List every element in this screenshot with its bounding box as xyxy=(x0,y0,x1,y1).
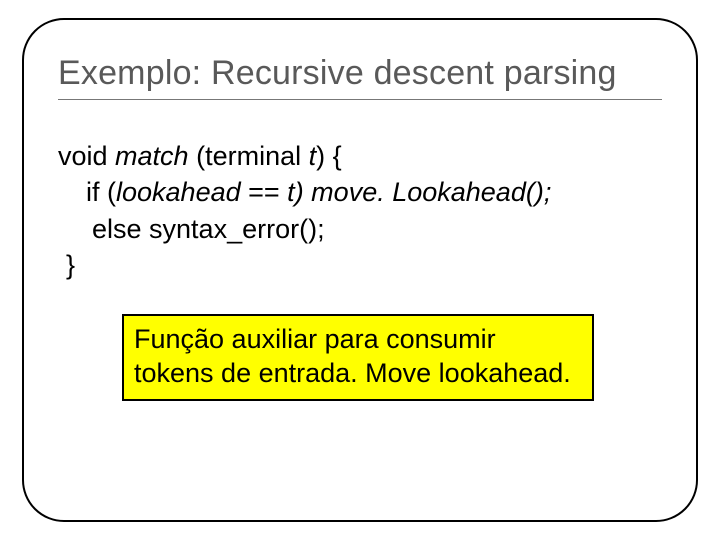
slide-frame: Exemplo: Recursive descent parsing void … xyxy=(22,18,698,522)
code-text: void xyxy=(58,141,115,171)
code-text-italic: ) move. Lookahead() xyxy=(295,177,544,207)
slide: Exemplo: Recursive descent parsing void … xyxy=(0,0,720,540)
code-text-italic: t xyxy=(287,177,295,207)
code-text-italic: match xyxy=(115,141,189,171)
slide-title: Exemplo: Recursive descent parsing xyxy=(58,54,662,93)
callout-box: Função auxiliar para consumir tokens de … xyxy=(122,314,594,401)
code-line-2: if (lookahead == t) move. Lookahead(); xyxy=(86,174,662,210)
code-text: (terminal xyxy=(189,141,309,171)
code-text-italic: t xyxy=(309,141,317,171)
title-underline xyxy=(58,99,662,100)
code-line-3: else syntax_error(); xyxy=(92,211,662,247)
code-line-1: void match (terminal t) { xyxy=(58,138,662,174)
code-text: ) { xyxy=(316,141,342,171)
code-text: == xyxy=(241,177,288,207)
code-text-italic: lookahead xyxy=(116,177,241,207)
code-block: void match (terminal t) { if (lookahead … xyxy=(58,138,662,284)
code-line-4: } xyxy=(66,247,662,283)
code-text-italic: ; xyxy=(544,177,552,207)
code-text: if ( xyxy=(86,177,116,207)
